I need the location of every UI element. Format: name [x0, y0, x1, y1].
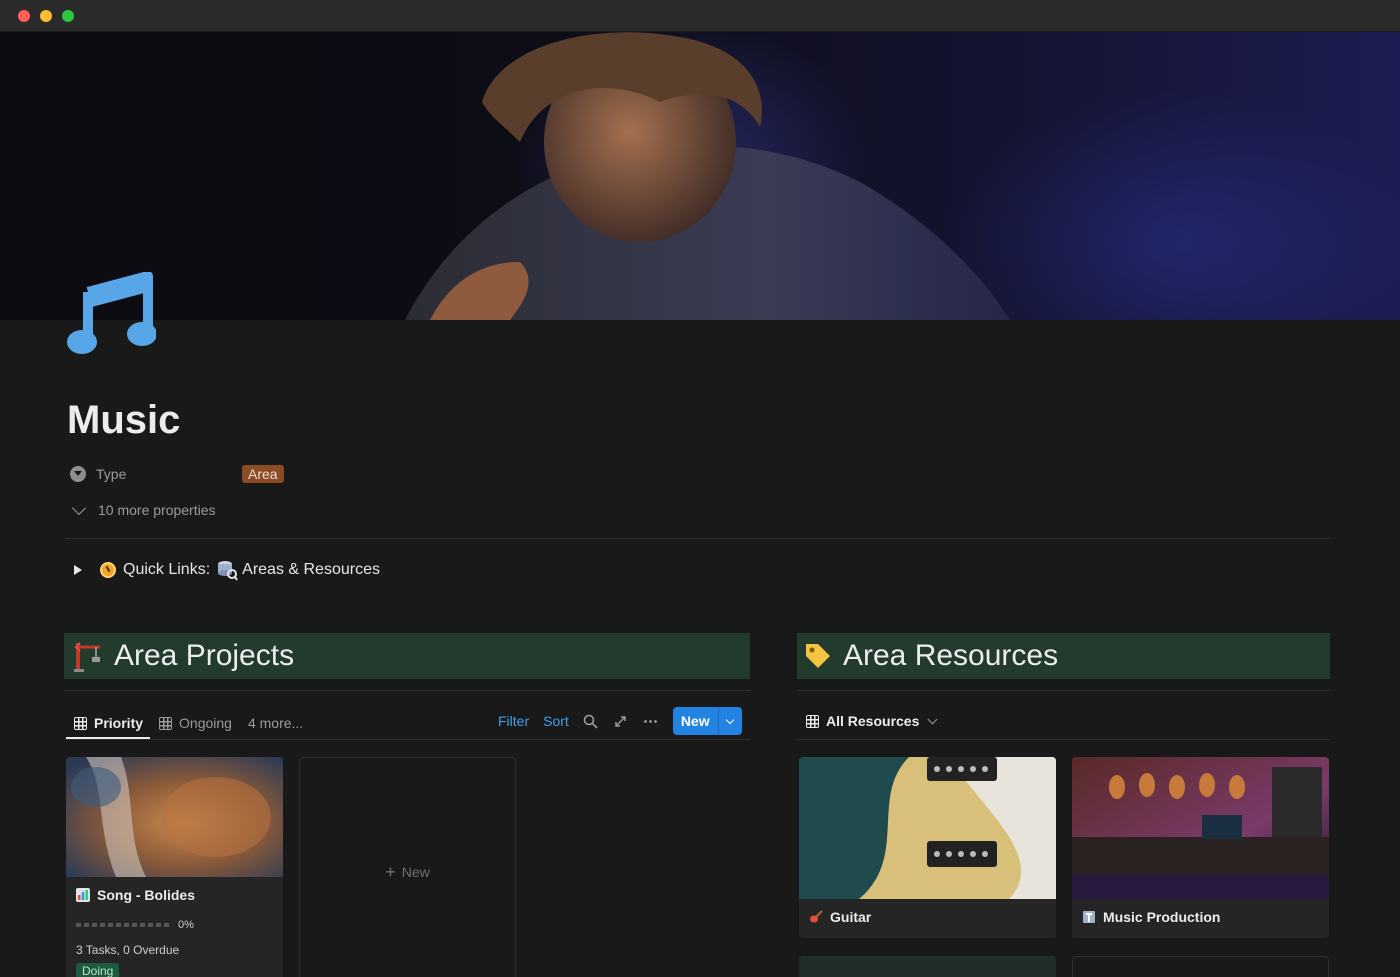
progress-bar [76, 923, 172, 927]
more-options-icon[interactable] [643, 713, 659, 729]
chevron-down-icon [927, 714, 938, 724]
project-title-text: Song - Bolides [97, 887, 195, 903]
chart-icon [76, 888, 90, 902]
window-titlebar [0, 0, 1400, 32]
status-badge: Doing [76, 963, 120, 977]
guitar-icon [810, 910, 823, 923]
page-cover-image[interactable] [0, 32, 1400, 320]
tab-priority[interactable]: Priority [66, 708, 151, 738]
project-title[interactable]: Song - Bolides [76, 887, 195, 903]
property-type[interactable]: Type Area [70, 462, 284, 486]
project-toolbar-actions: Filter Sort New [498, 706, 742, 736]
crane-icon [74, 642, 100, 672]
resource-title-text: Guitar [830, 909, 872, 925]
sort-button[interactable]: Sort [543, 713, 569, 729]
divider [797, 739, 1330, 740]
studio-cover-image [1072, 757, 1329, 899]
page-title[interactable]: Music [67, 398, 180, 443]
quick-links-toggle[interactable]: Quick Links: Areas & Resources [70, 559, 380, 581]
tab-more-views[interactable]: 4 more... [240, 708, 311, 738]
expand-icon[interactable] [613, 713, 629, 729]
divider [64, 690, 750, 691]
area-projects-header: Area Projects [64, 633, 750, 679]
tab-label: Ongoing [179, 715, 232, 731]
areas-resources-link[interactable]: Areas & Resources [242, 561, 380, 579]
database-search-icon [218, 561, 238, 581]
tab-label: Priority [94, 715, 144, 731]
project-card[interactable]: Song - Bolides 0% 3 Tasks, 0 Overdue Doi… [66, 757, 283, 977]
divider [797, 690, 1330, 691]
project-view-tabs: Priority Ongoing 4 more... [66, 706, 311, 740]
resource-card[interactable] [1072, 956, 1329, 977]
task-summary: 3 Tasks, 0 Overdue [76, 943, 180, 957]
divider [64, 739, 750, 740]
resource-title[interactable]: Music Production [1082, 909, 1220, 925]
clock-icon [100, 562, 116, 578]
area-projects-heading: Area Projects [114, 639, 295, 672]
resource-title-text: Music Production [1103, 909, 1221, 925]
document-icon [1083, 911, 1095, 923]
guitarist-cover-illustration [405, 32, 1010, 320]
select-property-icon [70, 466, 86, 482]
new-card-label: New [401, 864, 430, 880]
type-tag[interactable]: Area [242, 465, 284, 483]
new-project-button[interactable]: New [672, 707, 742, 735]
resource-card[interactable]: Music Production [1072, 757, 1329, 938]
view-label: All Resources [826, 713, 920, 729]
gallery-view-icon [74, 716, 87, 730]
property-label: Type [96, 466, 127, 482]
resource-card[interactable]: Guitar [799, 757, 1056, 938]
chevron-down-icon [71, 500, 87, 516]
resource-title[interactable]: Guitar [809, 909, 871, 925]
tab-label: 4 more... [247, 715, 304, 731]
area-resources-header: Area Resources [797, 633, 1330, 679]
gallery-view-icon [806, 714, 819, 728]
plus-icon: + [385, 861, 396, 882]
area-resources-heading: Area Resources [843, 639, 1059, 672]
all-resources-view-selector[interactable]: All Resources [806, 706, 938, 736]
divider [66, 538, 1330, 539]
progress-value: 0% [178, 919, 194, 931]
gallery-view-icon [159, 716, 173, 730]
chevron-down-icon[interactable] [717, 707, 742, 735]
nebula-cover-image [66, 757, 283, 877]
close-window-button[interactable] [18, 10, 30, 22]
resource-card[interactable] [799, 956, 1056, 977]
more-properties-toggle[interactable]: 10 more properties [70, 500, 216, 518]
music-note-icon[interactable] [64, 272, 156, 360]
search-icon[interactable] [583, 713, 599, 729]
filter-button[interactable]: Filter [498, 713, 529, 729]
tab-ongoing[interactable]: Ongoing [151, 708, 240, 738]
new-card-button[interactable]: + New [299, 757, 516, 977]
minimize-window-button[interactable] [40, 10, 52, 22]
progress-indicator: 0% [76, 919, 194, 931]
maximize-window-button[interactable] [62, 10, 74, 22]
toggle-triangle-icon[interactable] [74, 565, 82, 575]
more-properties-label: 10 more properties [98, 502, 216, 518]
new-button-label: New [680, 713, 710, 729]
tag-icon [806, 644, 830, 668]
guitar-cover-image [799, 757, 1056, 899]
quick-links-label: Quick Links: [123, 561, 211, 578]
